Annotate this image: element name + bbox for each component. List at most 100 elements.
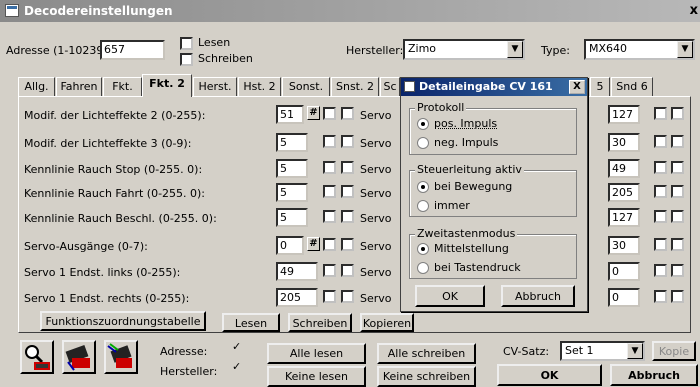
right-checkbox[interactable] (654, 238, 667, 251)
right-value-input[interactable]: 30 (608, 236, 640, 255)
cvsatz-label: CV-Satz: (503, 345, 550, 358)
row-checkbox[interactable] (323, 210, 336, 223)
decoder-icon[interactable] (62, 340, 96, 374)
right-checkbox[interactable] (654, 264, 667, 277)
row-value-input[interactable]: 5 (276, 208, 308, 227)
schreiben-button[interactable]: Schreiben (288, 313, 352, 332)
right-checkbox[interactable] (671, 290, 684, 303)
right-checkbox[interactable] (671, 210, 684, 223)
chevron-down-icon[interactable]: ▼ (507, 41, 523, 58)
kopieren-button[interactable]: Kopieren (360, 313, 414, 332)
detail-button[interactable]: # (307, 237, 320, 251)
row-value-input[interactable]: 0 (276, 236, 304, 255)
alle-schreiben-button[interactable]: Alle schreiben (377, 343, 476, 364)
servo-checkbox[interactable] (341, 290, 354, 303)
right-checkbox[interactable] (671, 185, 684, 198)
row-checkbox[interactable] (323, 161, 336, 174)
hersteller-select[interactable]: Zimo ▼ (403, 39, 525, 60)
window-close-button[interactable]: x (690, 0, 698, 22)
tab-fkt2[interactable]: Fkt. 2 (142, 74, 192, 97)
row-checkbox[interactable] (323, 290, 336, 303)
mittelstellung-radio[interactable] (417, 243, 429, 255)
type-select[interactable]: MX640 ▼ (584, 39, 695, 60)
tab-sc[interactable]: Sc (380, 77, 400, 96)
bei-bewegung-radio[interactable] (417, 181, 429, 193)
neg-impuls-radio[interactable] (417, 137, 429, 149)
funktionszuordnung-button[interactable]: Funktionszuordnungstabelle (40, 311, 206, 331)
row-checkbox[interactable] (323, 135, 336, 148)
right-checkbox[interactable] (654, 185, 667, 198)
right-checkbox[interactable] (654, 161, 667, 174)
tab-fahren[interactable]: Fahren (56, 77, 102, 96)
tab-hst2[interactable]: Hst. 2 (238, 77, 281, 96)
servo-checkbox[interactable] (341, 264, 354, 277)
tab-snst2[interactable]: Snst. 2 (331, 77, 379, 96)
servo-checkbox[interactable] (341, 161, 354, 174)
row-value-input[interactable]: 205 (276, 288, 318, 307)
row-checkbox[interactable] (323, 185, 336, 198)
row-checkbox[interactable] (323, 238, 336, 251)
tab-allg[interactable]: Allg. (18, 77, 55, 96)
right-checkbox[interactable] (671, 107, 684, 120)
keine-lesen-button[interactable]: Keine lesen (267, 366, 366, 387)
right-value-input[interactable]: 30 (608, 133, 640, 152)
right-checkbox[interactable] (671, 238, 684, 251)
lesen-checkbox[interactable] (180, 37, 193, 50)
right-checkbox[interactable] (671, 264, 684, 277)
row-checkbox[interactable] (323, 107, 336, 120)
row-checkbox[interactable] (323, 264, 336, 277)
alle-lesen-button[interactable]: Alle lesen (267, 343, 366, 364)
right-value-input[interactable]: 127 (608, 105, 640, 124)
servo-label: Servo (360, 109, 392, 122)
right-value-input[interactable]: 49 (608, 159, 640, 178)
row-value-input[interactable]: 5 (276, 183, 308, 202)
servo-checkbox[interactable] (341, 107, 354, 120)
right-checkbox[interactable] (654, 107, 667, 120)
right-value-input[interactable]: 0 (608, 262, 640, 281)
right-checkbox[interactable] (671, 135, 684, 148)
footer-adresse-checkbox[interactable] (232, 340, 245, 356)
detail-button[interactable]: # (307, 106, 320, 120)
decoder-wiring-icon[interactable] (104, 340, 138, 374)
zweitastenmodus-title: Zweitastenmodus (415, 227, 518, 240)
dialog-ok-button[interactable]: OK (415, 285, 485, 307)
row-value-input[interactable]: 49 (276, 262, 318, 281)
immer-radio[interactable] (417, 200, 429, 212)
dialog-abbruch-button[interactable]: Abbruch (501, 285, 575, 307)
row-value-input[interactable]: 5 (276, 133, 308, 152)
right-value-input[interactable]: 0 (608, 288, 640, 307)
tab-snd6[interactable]: Snd 6 (611, 77, 653, 96)
right-checkbox[interactable] (654, 210, 667, 223)
dialog-close-button[interactable]: X (569, 80, 585, 94)
adresse-input[interactable]: 657 (100, 40, 165, 60)
right-checkbox[interactable] (654, 135, 667, 148)
servo-checkbox[interactable] (341, 185, 354, 198)
lesen-button[interactable]: Lesen (222, 313, 280, 332)
bei-tastendruck-radio[interactable] (417, 262, 429, 274)
right-value-input[interactable]: 205 (608, 183, 640, 202)
chevron-down-icon[interactable]: ▼ (677, 41, 693, 58)
ok-button[interactable]: OK (497, 364, 602, 386)
abbruch-button[interactable]: Abbruch (610, 364, 698, 386)
cvsatz-select[interactable]: Set 1 ▼ (560, 341, 645, 361)
servo-checkbox[interactable] (341, 135, 354, 148)
tab-herst[interactable]: Herst. (193, 77, 237, 96)
chevron-down-icon[interactable]: ▼ (627, 343, 643, 359)
pos-impuls-radio[interactable] (417, 118, 429, 130)
schreiben-checkbox[interactable] (180, 53, 193, 66)
tab-fkt[interactable]: Fkt. (103, 77, 142, 96)
row-value-input[interactable]: 5 (276, 159, 308, 178)
keine-schreiben-button[interactable]: Keine schreiben (377, 366, 476, 387)
tab-sonst[interactable]: Sonst. (282, 77, 330, 96)
row-value-input[interactable]: 51 (276, 105, 304, 124)
tab-5[interactable]: 5 (590, 77, 610, 96)
magnifier-decoder-icon[interactable] (20, 340, 54, 374)
footer-hersteller-checkbox[interactable] (232, 360, 245, 376)
kopie-button[interactable]: Kopie (652, 341, 696, 361)
right-value-input[interactable]: 127 (608, 208, 640, 227)
right-checkbox[interactable] (654, 290, 667, 303)
servo-checkbox[interactable] (341, 210, 354, 223)
servo-checkbox[interactable] (341, 238, 354, 251)
immer-label: immer (434, 199, 470, 212)
right-checkbox[interactable] (671, 161, 684, 174)
